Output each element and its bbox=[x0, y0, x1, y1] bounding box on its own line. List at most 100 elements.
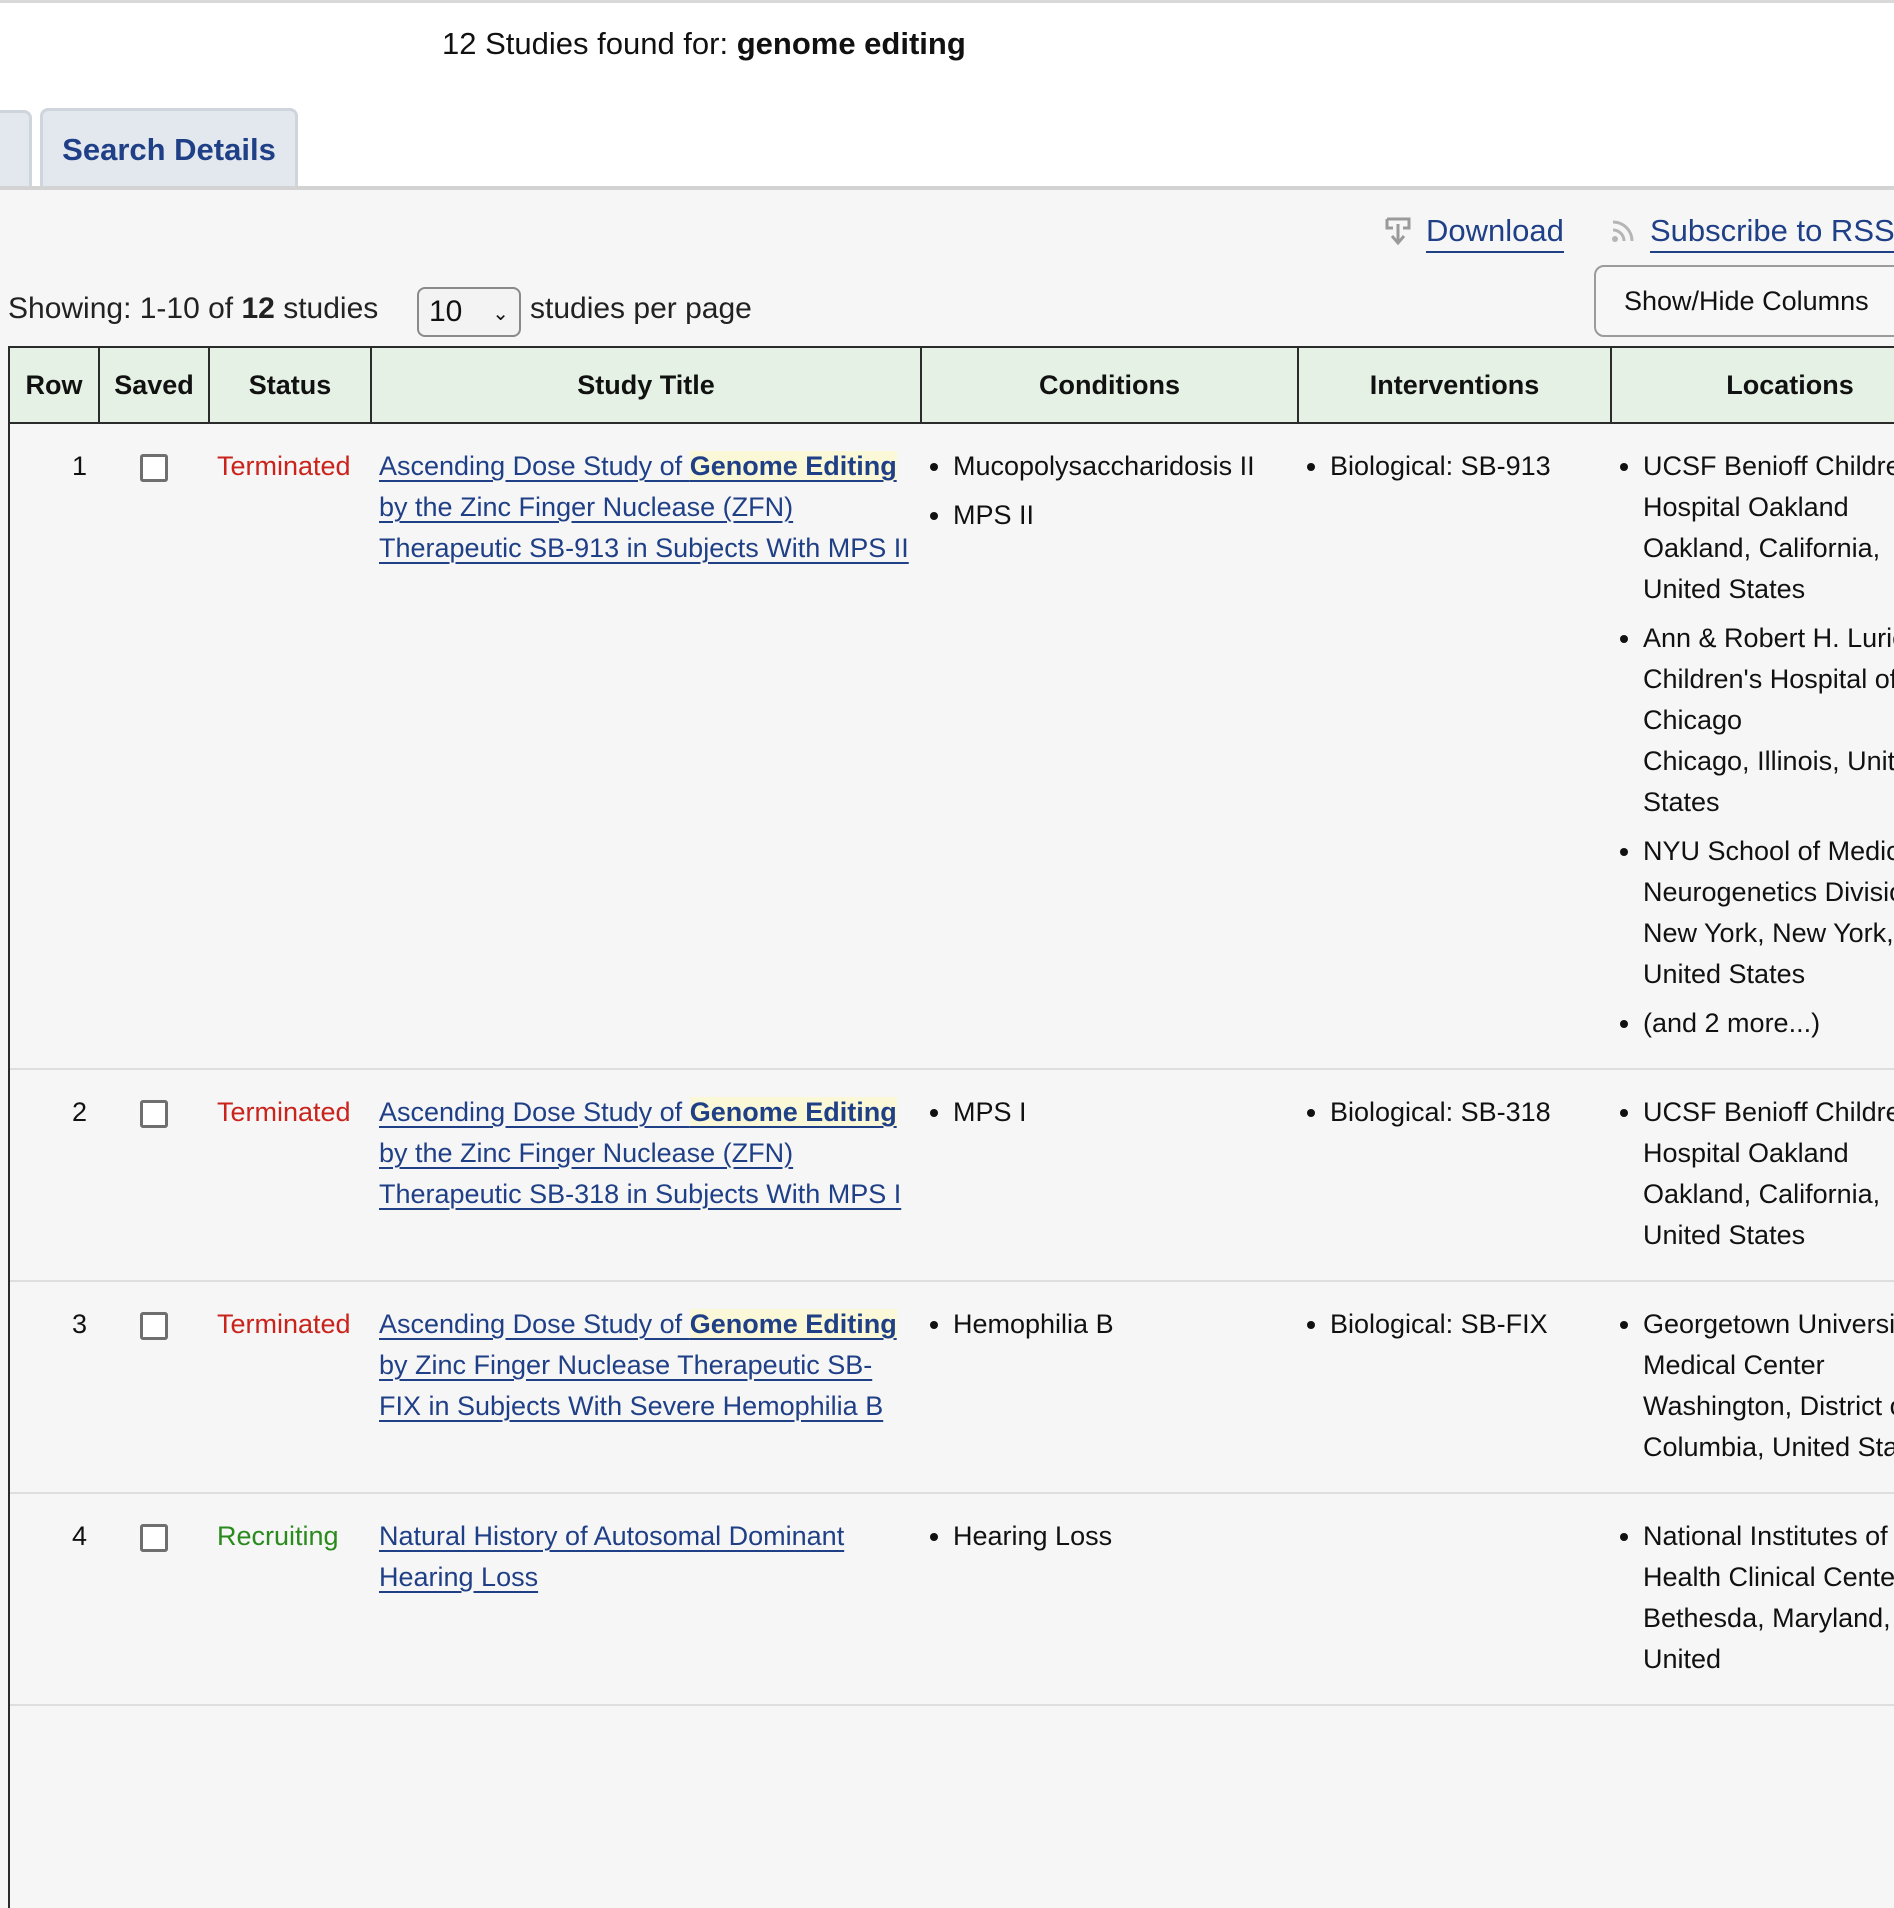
conditions-cell: MPS I bbox=[921, 1069, 1298, 1282]
search-term: genome editing bbox=[736, 26, 966, 61]
intervention-item: Biological: SB-913 bbox=[1330, 446, 1603, 487]
save-checkbox[interactable] bbox=[140, 454, 168, 482]
table-left-border bbox=[8, 346, 10, 1908]
condition-item: MPS II bbox=[953, 495, 1290, 536]
header-interventions[interactable]: Interventions bbox=[1297, 346, 1612, 424]
results-count: 12 Studies found for: bbox=[442, 26, 729, 61]
tab-previous[interactable] bbox=[0, 110, 32, 189]
save-checkbox[interactable] bbox=[140, 1100, 168, 1128]
status-text: Recruiting bbox=[209, 1493, 371, 1706]
location-place: Oakland, California, United States bbox=[1643, 1179, 1881, 1250]
row-number: 3 bbox=[9, 1281, 99, 1494]
table-row: 2 Terminated Ascending Dose Study of Genom… bbox=[9, 1069, 1894, 1282]
results-table: Row Saved Status Study Title Conditions … bbox=[8, 346, 1894, 1706]
location-item: UCSF Benioff Children's Hospital Oakland… bbox=[1643, 446, 1894, 610]
header-row[interactable]: Row bbox=[8, 346, 100, 424]
row-number: 4 bbox=[9, 1493, 99, 1706]
header-status[interactable]: Status bbox=[208, 346, 372, 424]
per-page-select[interactable]: 10 ⌄ bbox=[417, 287, 521, 337]
rss-link[interactable]: Subscribe to RSS bbox=[1610, 208, 1894, 258]
search-term-highlight: Genome Editing bbox=[689, 1309, 897, 1339]
interventions-cell bbox=[1298, 1493, 1611, 1706]
location-name: NYU School of Medicine, Neurogenetics Di… bbox=[1643, 836, 1894, 907]
study-title-text: Ascending Dose Study of bbox=[379, 451, 690, 481]
condition-item: MPS I bbox=[953, 1092, 1290, 1133]
location-name: (and 2 more...) bbox=[1643, 1008, 1821, 1038]
table-row: 4 Recruiting Natural History of Autosomal … bbox=[9, 1493, 1894, 1706]
location-item: Ann & Robert H. Lurie Children's Hospita… bbox=[1643, 618, 1894, 823]
locations-cell: National Institutes of Health Clinical C… bbox=[1611, 1493, 1894, 1706]
locations-cell: UCSF Benioff Children's Hospital Oakland… bbox=[1611, 1069, 1894, 1282]
study-title-cell: Ascending Dose Study of Genome Editing b… bbox=[371, 1069, 921, 1282]
conditions-list: Hemophilia B bbox=[929, 1304, 1290, 1345]
per-page-label: studies per page bbox=[530, 292, 752, 325]
location-name: Ann & Robert H. Lurie Children's Hospita… bbox=[1643, 623, 1894, 735]
status-text: Terminated bbox=[209, 1069, 371, 1282]
table-row: 1 Terminated Ascending Dose Study of Genom… bbox=[9, 423, 1894, 1070]
study-title-text: by the Zinc Finger Nuclease (ZFN) Therap… bbox=[379, 492, 909, 563]
search-term-highlight: Genome Editing bbox=[689, 1097, 897, 1127]
study-title-link[interactable]: Ascending Dose Study of Genome Editing b… bbox=[379, 1097, 901, 1209]
locations-list: National Institutes of Health Clinical C… bbox=[1619, 1516, 1894, 1680]
header-study-title[interactable]: Study Title bbox=[370, 346, 922, 424]
location-place: Washington, District of Columbia, United… bbox=[1643, 1391, 1894, 1462]
location-name: UCSF Benioff Children's Hospital Oakland bbox=[1643, 451, 1894, 522]
table-header-row: Row Saved Status Study Title Conditions … bbox=[8, 346, 1894, 424]
location-item: UCSF Benioff Children's Hospital Oakland… bbox=[1643, 1092, 1894, 1256]
study-title-text: Ascending Dose Study of bbox=[379, 1309, 690, 1339]
interventions-cell: Biological: SB-913 bbox=[1298, 423, 1611, 1070]
locations-list: Georgetown University Medical Center Wash… bbox=[1619, 1304, 1894, 1468]
condition-item: Hearing Loss bbox=[953, 1516, 1290, 1557]
study-title-text: by the Zinc Finger Nuclease (ZFN) Therap… bbox=[379, 1138, 902, 1209]
top-divider bbox=[0, 0, 1894, 3]
conditions-cell: Hearing Loss bbox=[921, 1493, 1298, 1706]
location-item: (and 2 more...) bbox=[1643, 1003, 1894, 1044]
conditions-list: Hearing Loss bbox=[929, 1516, 1290, 1557]
study-title-text: Natural History of Autosomal Dominant He… bbox=[379, 1521, 845, 1592]
header-locations[interactable]: Locations bbox=[1610, 346, 1894, 424]
interventions-cell: Biological: SB-FIX bbox=[1298, 1281, 1611, 1494]
location-name: National Institutes of Health Clinical C… bbox=[1643, 1521, 1894, 1592]
save-checkbox[interactable] bbox=[140, 1312, 168, 1340]
location-item: NYU School of Medicine, Neurogenetics Di… bbox=[1643, 831, 1894, 995]
study-title-link[interactable]: Natural History of Autosomal Dominant He… bbox=[379, 1521, 844, 1592]
study-title-text: Ascending Dose Study of bbox=[379, 1097, 690, 1127]
tab-search-details[interactable]: Search Details bbox=[40, 108, 298, 188]
header-saved[interactable]: Saved bbox=[98, 346, 210, 424]
study-title-link[interactable]: Ascending Dose Study of Genome Editing b… bbox=[379, 1309, 897, 1421]
saved-cell bbox=[99, 1493, 209, 1706]
table-row: 3 Terminated Ascending Dose Study of Genom… bbox=[9, 1281, 1894, 1494]
intervention-item: Biological: SB-318 bbox=[1330, 1092, 1603, 1133]
locations-cell: Georgetown University Medical Center Wash… bbox=[1611, 1281, 1894, 1494]
locations-list: UCSF Benioff Children's Hospital Oakland… bbox=[1619, 446, 1894, 1044]
condition-item: Mucopolysaccharidosis II bbox=[953, 446, 1290, 487]
chevron-down-icon: ⌄ bbox=[492, 303, 509, 325]
study-title-cell: Ascending Dose Study of Genome Editing b… bbox=[371, 423, 921, 1070]
per-page-value: 10 bbox=[429, 295, 463, 328]
location-name: UCSF Benioff Children's Hospital Oakland bbox=[1643, 1097, 1894, 1168]
rss-label[interactable]: Subscribe to RSS bbox=[1650, 213, 1894, 253]
saved-cell bbox=[99, 423, 209, 1070]
study-title-cell: Natural History of Autosomal Dominant He… bbox=[371, 1493, 921, 1706]
location-place: New York, New York, United States bbox=[1643, 918, 1894, 989]
conditions-cell: Hemophilia B bbox=[921, 1281, 1298, 1494]
results-summary: Showing: 1-10 of 12 studies bbox=[8, 292, 379, 325]
download-label[interactable]: Download bbox=[1426, 213, 1564, 253]
header-conditions[interactable]: Conditions bbox=[920, 346, 1299, 424]
row-number: 2 bbox=[9, 1069, 99, 1282]
results-total: 12 bbox=[241, 292, 275, 325]
download-link[interactable]: Download bbox=[1384, 208, 1564, 258]
show-hide-columns-button[interactable]: Show/Hide Columns bbox=[1594, 265, 1894, 337]
interventions-cell: Biological: SB-318 bbox=[1298, 1069, 1611, 1282]
interventions-list: Biological: SB-318 bbox=[1306, 1092, 1603, 1133]
save-checkbox[interactable] bbox=[140, 1524, 168, 1552]
conditions-cell: Mucopolysaccharidosis II MPS II bbox=[921, 423, 1298, 1070]
row-number: 1 bbox=[9, 423, 99, 1070]
conditions-list: Mucopolysaccharidosis II MPS II bbox=[929, 446, 1290, 536]
intervention-item: Biological: SB-FIX bbox=[1330, 1304, 1603, 1345]
study-title-link[interactable]: Ascending Dose Study of Genome Editing b… bbox=[379, 451, 909, 563]
saved-cell bbox=[99, 1069, 209, 1282]
results-heading: 12 Studies found for: genome editing bbox=[442, 26, 966, 62]
location-place: Bethesda, Maryland, United bbox=[1643, 1603, 1891, 1674]
study-title-text: by Zinc Finger Nuclease Therapeutic SB-F… bbox=[379, 1350, 884, 1421]
